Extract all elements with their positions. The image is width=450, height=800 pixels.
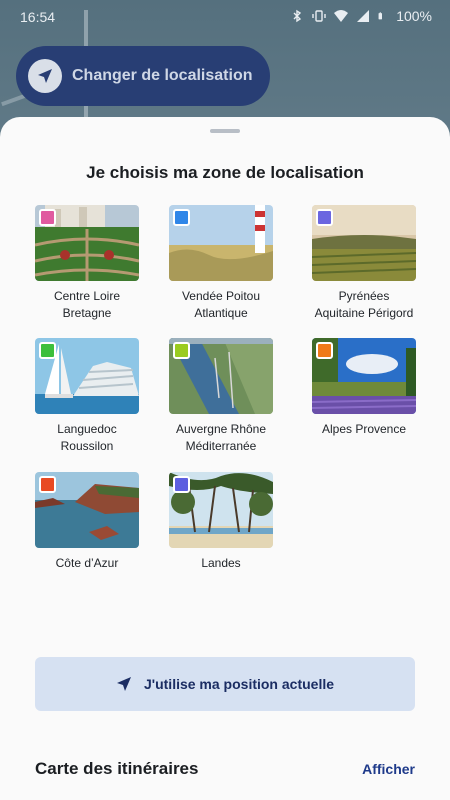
zone-label: Centre Loire Bretagne xyxy=(53,289,121,320)
battery-percent: 100% xyxy=(396,8,432,24)
use-current-position-label: J'utilise ma position actuelle xyxy=(143,676,335,692)
zone-thumbnail xyxy=(169,338,273,414)
zone-color-checkbox xyxy=(316,209,333,226)
map-section-title: Carte des itinéraires xyxy=(35,759,199,778)
zone-alpes-provence[interactable]: Alpes Provence xyxy=(312,338,416,438)
zone-landes[interactable]: Landes xyxy=(169,472,273,572)
bluetooth-icon xyxy=(293,9,302,23)
status-bar: 16:54 100% xyxy=(0,0,450,34)
sheet-title: Je choisis ma zone de localisation xyxy=(86,163,364,182)
vibrate-icon xyxy=(312,10,326,22)
status-icons: 100% xyxy=(290,8,432,24)
use-current-position-button[interactable]: J'utilise ma position actuelle xyxy=(35,657,415,711)
zone-thumbnail xyxy=(35,338,139,414)
zone-label: Vendée Poitou Atlantique xyxy=(181,289,261,320)
zone-cote-d-azur[interactable]: Côte d’Azur xyxy=(35,472,139,572)
navigation-icon xyxy=(28,59,62,93)
signal-icon xyxy=(357,10,370,22)
zone-centre-loire-bretagne[interactable]: Centre Loire Bretagne xyxy=(35,205,139,322)
zone-color-checkbox xyxy=(173,342,190,359)
zone-label: Landes xyxy=(201,556,241,570)
zone-color-checkbox xyxy=(39,342,56,359)
wifi-icon xyxy=(334,10,349,22)
status-time: 16:54 xyxy=(20,9,56,25)
location-bottom-sheet: Je choisis ma zone de localisation Centr… xyxy=(0,117,450,800)
zone-color-checkbox xyxy=(39,209,56,226)
zone-auvergne-rhone-mediterranee[interactable]: Auvergne Rhône Méditerranée xyxy=(169,338,273,455)
zone-color-checkbox xyxy=(39,476,56,493)
navigation-icon xyxy=(116,677,131,691)
battery-icon xyxy=(378,12,383,20)
zone-thumbnail xyxy=(312,338,416,414)
zone-color-checkbox xyxy=(173,209,190,226)
zone-label: Auvergne Rhône Méditerranée xyxy=(175,422,267,453)
zone-thumbnail xyxy=(35,205,139,281)
zone-thumbnail xyxy=(312,205,416,281)
zone-label: Alpes Provence xyxy=(321,422,407,436)
sheet-drag-handle[interactable] xyxy=(210,129,240,133)
zone-label: Languedoc Roussilon xyxy=(57,422,117,453)
zone-thumbnail xyxy=(35,472,139,548)
show-map-link[interactable]: Afficher xyxy=(362,761,415,777)
zone-vendee-poitou-atlantique[interactable]: Vendée Poitou Atlantique xyxy=(169,205,273,322)
zone-label: Pyrénées Aquitaine Périgord xyxy=(314,289,414,320)
map-section-row: Carte des itinéraires Afficher xyxy=(35,757,415,781)
change-location-label: Changer de localisation xyxy=(72,67,253,84)
zone-thumbnail xyxy=(169,205,273,281)
zone-color-checkbox xyxy=(173,476,190,493)
zone-languedoc-roussilon[interactable]: Languedoc Roussilon xyxy=(35,338,139,455)
zone-pyrenees-aquitaine-perigord[interactable]: Pyrénées Aquitaine Périgord xyxy=(312,205,416,322)
zone-thumbnail xyxy=(169,472,273,548)
change-location-button[interactable]: Changer de localisation xyxy=(16,46,270,106)
zone-color-checkbox xyxy=(316,342,333,359)
zone-label: Côte d’Azur xyxy=(55,556,119,570)
